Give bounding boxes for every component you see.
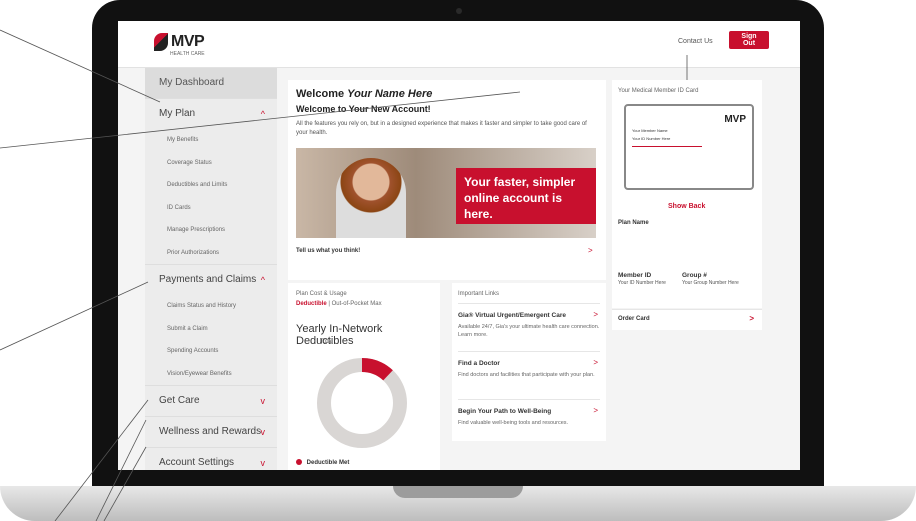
deductible-donut-chart: [317, 358, 407, 448]
chevron-right-icon: >: [593, 406, 598, 415]
order-card-button[interactable]: Order Card >: [612, 309, 762, 330]
link-title: Find a Doctor: [458, 360, 500, 367]
card-brand: MVP: [724, 114, 746, 125]
sidebar-section-label: Account Settings: [159, 457, 235, 468]
plan-cost-tabs: Deductible | Out-of-Pocket Max: [296, 301, 382, 307]
welcome-title: Welcome Your Name Here: [296, 88, 432, 100]
legend: Deductible Met: [296, 459, 349, 466]
chevron-down-icon: v: [260, 427, 266, 437]
plan-cost-card: Plan Cost & Usage Deductible | Out-of-Po…: [288, 283, 440, 470]
card-member-name: Your Member Name: [632, 128, 668, 133]
hero-text: Your faster, simpler online account is h…: [456, 168, 596, 224]
sidebar-item-id-cards[interactable]: ID Cards: [145, 197, 277, 220]
link-gia[interactable]: Gia® Virtual Urgent/Emergent Care Availa…: [458, 303, 600, 348]
sidebar-section-account-settings[interactable]: Account Settings v: [145, 447, 277, 470]
sidebar-section-label: Payments and Claims: [159, 274, 257, 285]
sidebar-item-my-benefits[interactable]: My Benefits: [145, 129, 277, 152]
group-label: Group #: [682, 272, 707, 279]
link-title: Gia® Virtual Urgent/Emergent Care: [458, 312, 566, 319]
id-card-image[interactable]: MVP Your Member Name Your ID Number Here: [624, 104, 754, 190]
sidebar-item-submit-claim[interactable]: Submit a Claim: [145, 318, 277, 341]
chevron-right-icon[interactable]: >: [588, 246, 593, 255]
link-title: Begin Your Path to Well-Being: [458, 408, 552, 415]
sidebar-section-payments[interactable]: Payments and Claims ^: [145, 264, 277, 295]
legend-label: Deductible Met: [306, 460, 350, 466]
hero-photo: [336, 158, 406, 238]
tab-separator: |: [328, 301, 330, 307]
member-id-card-panel: Your Medical Member ID Card MVP Your Mem…: [612, 80, 762, 308]
sidebar: My Dashboard My Plan ^ My Benefits Cover…: [145, 68, 277, 470]
welcome-prefix: Welcome: [296, 88, 345, 100]
group-value: Your Group Number Here: [682, 280, 739, 286]
chevron-down-icon: v: [260, 458, 266, 468]
sidebar-section-label: My Plan: [159, 108, 196, 119]
plan-name-label: Plan Name: [618, 220, 649, 226]
sidebar-section-label: Get Care: [159, 395, 200, 406]
sidebar-section-wellness[interactable]: Wellness and Rewards v: [145, 416, 277, 447]
sidebar-item-prescriptions[interactable]: Manage Prescriptions: [145, 219, 277, 242]
plan-cost-header: Plan Cost & Usage: [296, 291, 347, 297]
member-id-value: Your ID Number Here: [618, 280, 666, 286]
card-id-number: Your ID Number Here: [632, 136, 671, 141]
tab-out-of-pocket[interactable]: Out-of-Pocket Max: [332, 301, 382, 307]
sidebar-item-spending-accounts[interactable]: Spending Accounts: [145, 340, 277, 363]
link-find-doctor[interactable]: Find a Doctor Find doctors and facilitie…: [458, 351, 600, 396]
logo-subtext: HEALTH CARE: [170, 51, 205, 57]
camera-icon: [456, 8, 462, 14]
sidebar-item-deductibles[interactable]: Deductibles and Limits: [145, 174, 277, 197]
welcome-body: All the features you rely on, but in a d…: [296, 121, 587, 136]
browser-screen: MVP HEALTH CARE Contact Us Sign Out My D…: [118, 21, 800, 470]
important-links-card: Important Links Gia® Virtual Urgent/Emer…: [452, 283, 606, 441]
sidebar-section-get-care[interactable]: Get Care v: [145, 385, 277, 416]
chevron-right-icon: >: [593, 310, 598, 319]
tab-deductible[interactable]: Deductible: [296, 301, 327, 307]
chevron-right-icon: >: [593, 358, 598, 367]
sidebar-item-prior-auth[interactable]: Prior Authorizations: [145, 242, 277, 265]
top-bar: MVP HEALTH CARE Contact Us Sign Out: [118, 21, 800, 68]
link-desc: Find doctors and facilities that partici…: [458, 372, 595, 378]
hero-banner: Your faster, simpler online account is h…: [296, 148, 596, 238]
link-desc: Find valuable well-being tools and resou…: [458, 420, 569, 426]
total-label: Total: [320, 339, 333, 345]
sidebar-section-label: Wellness and Rewards: [159, 426, 262, 437]
links-header: Important Links: [458, 291, 500, 297]
chevron-down-icon: v: [260, 396, 266, 406]
link-well-being[interactable]: Begin Your Path to Well-Being Find valua…: [458, 399, 600, 436]
card-divider: [632, 146, 702, 147]
welcome-subtitle: Welcome to Your New Account!: [296, 104, 431, 114]
show-back-button[interactable]: Show Back: [668, 203, 705, 210]
sidebar-item-dashboard[interactable]: My Dashboard: [145, 68, 277, 98]
member-id-label: Member ID: [618, 272, 652, 279]
sidebar-item-vision[interactable]: Vision/Eyewear Benefits: [145, 363, 277, 386]
logo[interactable]: MVP: [154, 33, 205, 51]
laptop-notch: [393, 486, 523, 498]
chevron-up-icon: ^: [260, 109, 265, 119]
chevron-right-icon: >: [749, 314, 754, 323]
welcome-name: Your Name Here: [347, 88, 433, 100]
feedback-link[interactable]: Tell us what you think!: [296, 248, 360, 254]
logo-text: MVP: [171, 33, 205, 50]
id-card-header: Your Medical Member ID Card: [618, 88, 699, 94]
welcome-card: Welcome Your Name Here Welcome to Your N…: [288, 80, 606, 280]
order-card-label: Order Card: [618, 316, 650, 322]
legend-dot: [296, 459, 302, 465]
sign-out-button[interactable]: Sign Out: [729, 31, 769, 49]
contact-us-link[interactable]: Contact Us: [678, 38, 713, 45]
deductibles-title: Yearly In-Network Deductibles: [296, 323, 383, 347]
donut-track: [317, 358, 407, 448]
link-desc: Available 24/7, Gia's your ultimate heal…: [458, 324, 600, 338]
chevron-up-icon: ^: [260, 275, 265, 285]
sidebar-section-my-plan[interactable]: My Plan ^: [145, 98, 277, 129]
sidebar-item-coverage-status[interactable]: Coverage Status: [145, 152, 277, 175]
sidebar-item-claims-status[interactable]: Claims Status and History: [145, 295, 277, 318]
mvp-logo-icon: [154, 33, 168, 51]
